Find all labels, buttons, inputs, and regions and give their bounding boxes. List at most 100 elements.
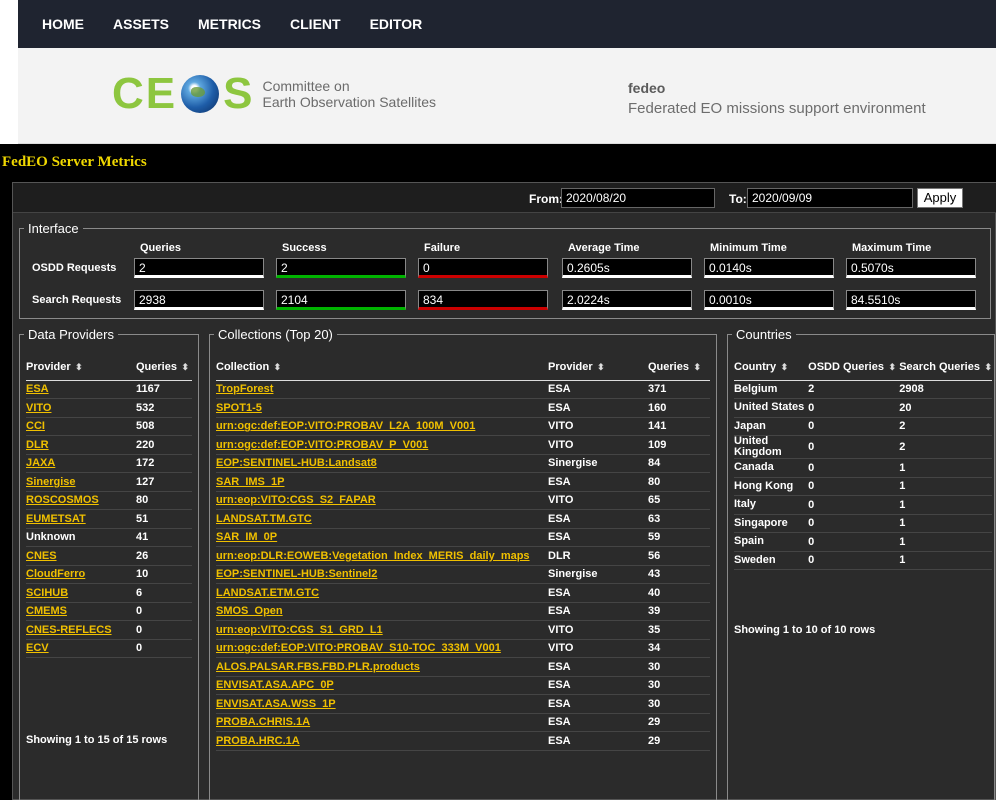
column-header[interactable]: Search Queries ⬍ (899, 354, 992, 381)
sort-icon[interactable]: ⬍ (691, 362, 701, 372)
column-header[interactable]: Queries ⬍ (136, 354, 192, 381)
column-header[interactable]: Queries ⬍ (648, 354, 710, 381)
collection-link[interactable]: EOP:SENTINEL-HUB:Sentinel2 (216, 568, 377, 580)
collection-cell: SMOS_Open (216, 602, 548, 621)
sort-icon[interactable]: ⬍ (982, 362, 992, 372)
collection-link[interactable]: SAR_IMS_1P (216, 476, 284, 488)
country-cell: Hong Kong (734, 477, 809, 496)
table-row: SMOS_Open ESA 39 (216, 602, 710, 621)
provider-cell: ESA (548, 398, 648, 418)
tagline-line-2: Earth Observation Satellites (262, 94, 437, 110)
table-row: Sweden 0 1 (734, 551, 992, 570)
table-row: Italy 0 1 (734, 495, 992, 515)
country-cell: Singapore (734, 514, 809, 533)
collections-legend: Collections (Top 20) (218, 327, 333, 342)
collection-cell: urn:eop:VITO:CGS_S1_GRD_L1 (216, 620, 548, 640)
to-date-input[interactable]: 2020/09/09 (747, 188, 913, 208)
provider-link[interactable]: ROSCOSMOS (26, 494, 99, 506)
table-row: ESA 1167 (26, 380, 192, 399)
provider-link[interactable]: CCI (26, 420, 45, 432)
collection-link[interactable]: urn:ogc:def:EOP:VITO:PROBAV_S10-TOC_333M… (216, 642, 501, 654)
queries-cell: 40 (648, 583, 710, 603)
collection-link[interactable]: SMOS_Open (216, 605, 283, 617)
provider-link[interactable]: CloudFerro (26, 568, 85, 580)
provider-link[interactable]: VITO (26, 402, 51, 414)
provider-link[interactable]: CNES-REFLECS (26, 624, 112, 636)
column-header-label: Queries (648, 360, 689, 373)
provider-link[interactable]: JAXA (26, 457, 55, 469)
collection-link[interactable]: urn:eop:VITO:CGS_S1_GRD_L1 (216, 624, 383, 636)
collection-link[interactable]: ENVISAT.ASA.APC_0P (216, 679, 334, 691)
provider-link[interactable]: CMEMS (26, 605, 67, 617)
provider-link[interactable]: SCIHUB (26, 587, 68, 599)
column-header[interactable]: OSDD Queries ⬍ (808, 354, 900, 381)
ceos-logo[interactable]: CE S Committee on Earth Observation Satel… (112, 69, 437, 118)
fedeo-name: fedeo (628, 80, 666, 96)
collection-link[interactable]: TropForest (216, 383, 273, 395)
provider-cell: CNES-REFLECS (26, 620, 136, 640)
collection-link[interactable]: SPOT1-5 (216, 402, 262, 414)
sort-icon[interactable]: ⬍ (271, 362, 282, 372)
nav-home[interactable]: HOME (42, 16, 84, 32)
collection-link[interactable]: LANDSAT.ETM.GTC (216, 587, 319, 599)
queries-cell: 51 (136, 509, 192, 529)
apply-button[interactable]: Apply (917, 188, 963, 208)
sort-icon[interactable]: ⬍ (179, 362, 189, 372)
table-row: SCIHUB 6 (26, 583, 192, 603)
collection-link[interactable]: urn:ogc:def:EOP:VITO:PROBAV_L2A_100M_V00… (216, 420, 475, 432)
provider-link[interactable]: CNES (26, 550, 57, 562)
collection-link[interactable]: urn:ogc:def:EOP:VITO:PROBAV_P_V001 (216, 439, 428, 451)
provider-cell: JAXA (26, 454, 136, 473)
collection-link[interactable]: LANDSAT.TM.GTC (216, 513, 312, 525)
collection-link[interactable]: urn:eop:VITO:CGS_S2_FAPAR (216, 494, 376, 506)
collection-link[interactable]: PROBA.HRC.1A (216, 735, 300, 747)
collection-link[interactable]: ENVISAT.ASA.WSS_1P (216, 698, 336, 710)
collection-link[interactable]: ALOS.PALSAR.FBS.FBD.PLR.products (216, 661, 420, 673)
provider-name: Unknown (26, 531, 76, 544)
column-header[interactable]: Provider ⬍ (26, 354, 136, 381)
column-header-label: Provider (548, 360, 593, 373)
provider-cell: VITO (548, 417, 648, 436)
nav-client[interactable]: CLIENT (290, 16, 341, 32)
provider-link[interactable]: DLR (26, 439, 49, 451)
column-header[interactable]: Collection ⬍ (216, 354, 548, 381)
country-cell: United Kingdom (734, 435, 809, 459)
table-row: ENVISAT.ASA.WSS_1P ESA 30 (216, 694, 710, 714)
provider-link[interactable]: ESA (26, 383, 49, 395)
from-date-input[interactable]: 2020/08/20 (561, 188, 715, 208)
table-row: Hong Kong 0 1 (734, 477, 992, 496)
nav-assets[interactable]: ASSETS (113, 16, 169, 32)
interface-header: Queries (140, 242, 181, 254)
search-queries-cell: 1 (899, 514, 992, 533)
collection-link[interactable]: urn:eop:DLR:EOWEB:Vegetation_Index_MERIS… (216, 550, 530, 562)
table-row: JAXA 172 (26, 454, 192, 473)
nav-editor[interactable]: EDITOR (370, 16, 423, 32)
column-header[interactable]: Country ⬍ (734, 354, 809, 381)
sort-icon[interactable]: ⬍ (778, 362, 789, 372)
sort-icon[interactable]: ⬍ (595, 362, 605, 372)
search-queries-cell: 1 (899, 532, 992, 552)
provider-link[interactable]: EUMETSAT (26, 513, 86, 525)
metric-value-field: 0.2605s (562, 258, 692, 278)
provider-link[interactable]: ECV (26, 642, 49, 654)
provider-link[interactable]: Sinergise (26, 476, 76, 488)
provider-cell: ESA (548, 602, 648, 621)
provider-cell: Sinergise (26, 472, 136, 492)
collection-link[interactable]: PROBA.CHRIS.1A (216, 716, 310, 728)
collection-cell: PROBA.CHRIS.1A (216, 713, 548, 732)
column-header[interactable]: Provider ⬍ (548, 354, 648, 381)
sort-icon[interactable]: ⬍ (73, 362, 83, 372)
nav-metrics[interactable]: METRICS (198, 16, 261, 32)
interface-row-label: OSDD Requests (32, 262, 117, 274)
collection-link[interactable]: SAR_IM_0P (216, 531, 277, 543)
fedeo-description: Federated EO missions support environmen… (628, 100, 926, 117)
interface-section: Interface Queries Success Failure Average T… (19, 221, 991, 319)
queries-cell: 532 (136, 398, 192, 418)
country-cell: Italy (734, 495, 809, 515)
sort-icon[interactable]: ⬍ (886, 362, 896, 372)
collection-cell: SAR_IMS_1P (216, 472, 548, 492)
search-queries-cell: 20 (899, 398, 992, 418)
date-filter-bar: From: 2020/08/20 To: 2020/09/09 Apply (13, 183, 996, 213)
queries-cell: 80 (136, 491, 192, 510)
collection-link[interactable]: EOP:SENTINEL-HUB:Landsat8 (216, 457, 377, 469)
